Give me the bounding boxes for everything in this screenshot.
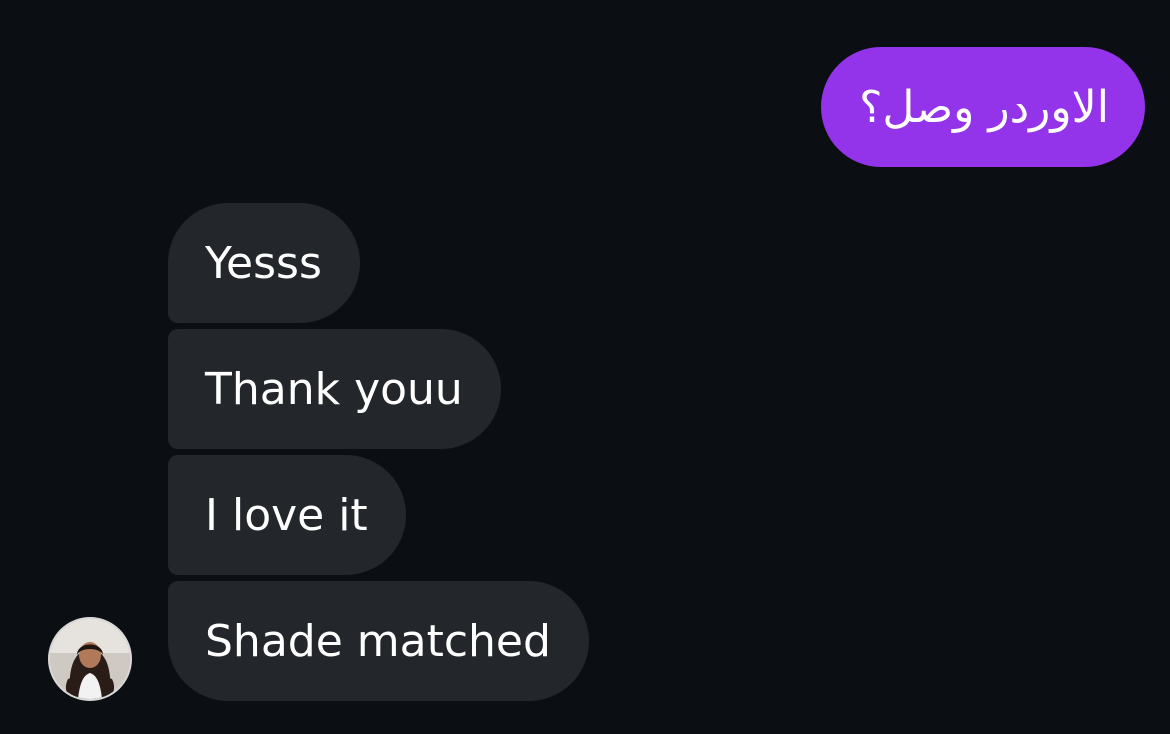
avatar[interactable] [48,617,132,701]
message-text: الاوردر وصل؟ [859,81,1109,133]
message-bubble-sent[interactable]: الاوردر وصل؟ [821,47,1145,167]
message-text: I love it [205,489,368,541]
chat-thread: الاوردر وصل؟ Yesss Thank youu I love it … [0,0,1170,734]
message-text: Shade matched [205,615,551,667]
message-bubble-received[interactable]: I love it [168,455,406,575]
message-bubble-received[interactable]: Shade matched [168,581,589,701]
message-bubble-received[interactable]: Thank youu [168,329,501,449]
message-bubble-received[interactable]: Yesss [168,203,360,323]
message-text: Thank youu [205,363,463,415]
message-text: Yesss [205,237,322,289]
avatar-photo-icon [50,619,130,699]
